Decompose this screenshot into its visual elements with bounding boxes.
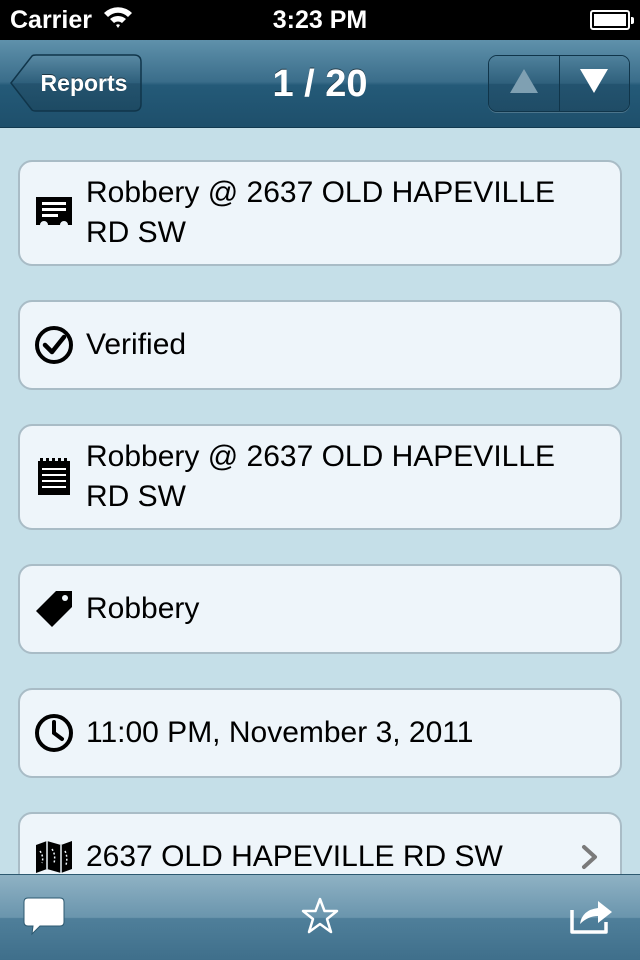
- comment-button[interactable]: [4, 875, 84, 960]
- report-detail-list: Robbery @ 2637 OLD HAPEVILLE RD SW Verif…: [0, 128, 640, 874]
- status-bar: Carrier 3:23 PM: [0, 0, 640, 40]
- category-cell: Robbery: [18, 564, 622, 654]
- bottom-toolbar: [0, 874, 640, 960]
- status-text: Verified: [86, 328, 187, 361]
- chevron-right-icon: [580, 844, 600, 870]
- tag-icon: [34, 589, 74, 629]
- report-title-text: Robbery @ 2637 OLD HAPEVILLE RD SW: [86, 176, 556, 249]
- status-cell: Verified: [18, 300, 622, 390]
- location-text: 2637 OLD HAPEVILLE RD SW: [86, 840, 503, 873]
- category-text: Robbery: [86, 592, 200, 625]
- next-record-button[interactable]: [558, 56, 629, 111]
- previous-record-button[interactable]: [489, 56, 559, 111]
- clock-icon: [34, 713, 74, 753]
- share-icon: [568, 896, 616, 941]
- record-navigation-control: [488, 55, 630, 112]
- star-icon: [300, 896, 340, 941]
- arrow-down-icon: [578, 67, 610, 100]
- datetime-cell: 11:00 PM, November 3, 2011: [18, 688, 622, 778]
- favorite-button[interactable]: [280, 875, 360, 960]
- share-button[interactable]: [552, 875, 632, 960]
- location-cell[interactable]: 2637 OLD HAPEVILLE RD SW: [18, 812, 622, 874]
- report-title-cell: Robbery @ 2637 OLD HAPEVILLE RD SW: [18, 160, 622, 266]
- back-button[interactable]: Reports: [10, 54, 142, 112]
- wifi-icon: [102, 5, 134, 36]
- map-icon: [34, 837, 74, 874]
- notepad-icon: [34, 457, 74, 497]
- navigation-bar: Reports 1 / 20: [0, 40, 640, 128]
- verified-check-icon: [34, 325, 74, 365]
- battery-icon: [590, 10, 634, 30]
- description-cell: Robbery @ 2637 OLD HAPEVILLE RD SW: [18, 424, 622, 530]
- datetime-text: 11:00 PM, November 3, 2011: [86, 716, 474, 749]
- report-title-icon: [34, 193, 74, 233]
- back-button-label: Reports: [40, 69, 128, 96]
- carrier-label: Carrier: [10, 5, 92, 34]
- description-text: Robbery @ 2637 OLD HAPEVILLE RD SW: [86, 440, 556, 513]
- status-left: Carrier: [10, 5, 134, 36]
- arrow-up-icon: [508, 67, 540, 100]
- comment-icon: [22, 896, 66, 941]
